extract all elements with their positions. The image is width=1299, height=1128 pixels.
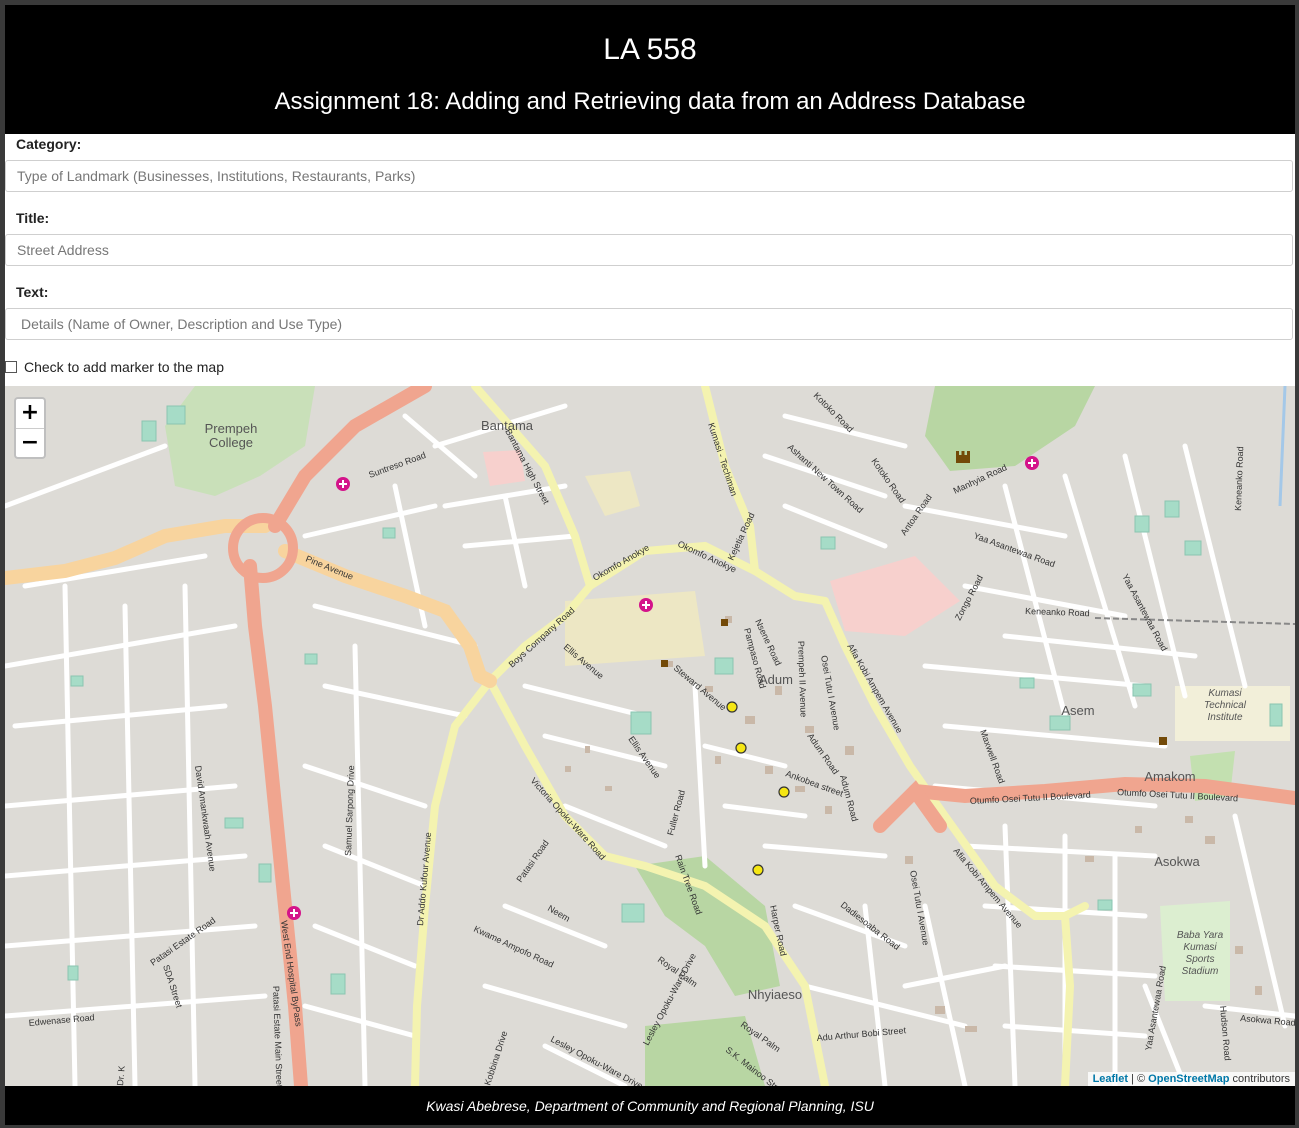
leaflet-link[interactable]: Leaflet	[1093, 1073, 1128, 1085]
page-footer: Kwasi Abebrese, Department of Community …	[5, 1086, 1295, 1125]
add-marker-label[interactable]: Check to add marker to the map	[24, 359, 224, 375]
page-title: LA 558	[603, 33, 697, 66]
category-input[interactable]	[5, 160, 1293, 192]
road-label-hudson: Hudson Road	[1218, 1005, 1233, 1061]
title-label: Title:	[16, 210, 50, 226]
address-marker-2[interactable]	[735, 742, 747, 754]
road-label-lesley-2: Lesley Opoku-Ware Drive	[549, 1034, 644, 1086]
attribution-suffix: contributors	[1229, 1073, 1290, 1085]
footer-credit: Kwasi Abebrese, Department of Community …	[426, 1098, 874, 1114]
title-input[interactable]	[5, 234, 1293, 266]
place-label-stadium-3: Sports	[1186, 954, 1215, 965]
map-tiles[interactable]: Prempeh College Bantama Adum Asem Amakom…	[5, 386, 1295, 1086]
add-marker-row: Check to add marker to the map	[5, 358, 224, 376]
osm-link[interactable]: OpenStreetMap	[1148, 1073, 1229, 1085]
road-label-patasi-road: Patasi Road	[514, 838, 550, 884]
poi-square-2	[721, 619, 728, 626]
map-attribution: Leaflet | © OpenStreetMap contributors	[1087, 1072, 1295, 1086]
address-marker-3[interactable]	[778, 786, 790, 798]
place-label-nhyiaeso: Nhyiaeso	[748, 987, 802, 1002]
address-marker-4[interactable]	[752, 864, 764, 876]
road-label-adu-arthur: Adu Arthur Bobi Street	[816, 1025, 907, 1043]
add-marker-checkbox[interactable]	[5, 361, 17, 373]
manhyia-park-area	[925, 386, 1095, 471]
place-label-amakom: Amakom	[1144, 769, 1195, 784]
road-label-kobbina: Kobbina Drive	[482, 1030, 509, 1086]
hospital-marker-west-end	[287, 906, 301, 920]
zoom-in-button[interactable]: +	[16, 399, 44, 429]
railway-line	[1094, 617, 1295, 625]
road-label-samuel: Samuel Sarpong Drive	[343, 765, 356, 856]
road-label-david: David Amankwaah Avenue	[193, 765, 218, 872]
road-label-patasi-main: Patasi Estate Main Street	[271, 986, 285, 1086]
attribution-separator: | ©	[1128, 1073, 1149, 1085]
place-label-stadium-2: Kumasi	[1183, 942, 1217, 953]
text-input[interactable]	[5, 308, 1293, 340]
road-label-afia-kobi-1: Afia Kobi Ampem Avenue	[845, 642, 904, 735]
hospital-marker-komfo-anokye	[639, 598, 653, 612]
road-label-yaa-asantewaa-1: Yaa Asantewaa Road	[972, 530, 1056, 569]
map-container[interactable]: Prempeh College Bantama Adum Asem Amakom…	[5, 386, 1295, 1086]
address-marker-1[interactable]	[726, 701, 738, 713]
palace-icon	[956, 451, 970, 463]
place-label-asokwa: Asokwa	[1154, 854, 1200, 869]
road-label-keneanko-1: Keneanko Road	[1025, 606, 1090, 618]
hospital-area-east	[830, 556, 960, 636]
page-subtitle: Assignment 18: Adding and Retrieving dat…	[274, 88, 1026, 115]
road-label-neem: Neem	[546, 903, 572, 924]
category-label: Category:	[16, 136, 82, 152]
place-label-asem: Asem	[1061, 703, 1094, 718]
road-label-maxwell: Maxwell Road	[978, 728, 1007, 785]
hospital-marker-manhyia	[1025, 456, 1039, 470]
road-label-afia-kobi-2: Afia Kobi Ampem Avenue	[951, 846, 1024, 930]
poi-square-1	[661, 660, 668, 667]
road-label-kumasi-techiman: Kumasi - Techiman	[706, 422, 739, 498]
hospital-marker-suntreso	[336, 477, 350, 491]
road-label-kotoko: Kotoko Road	[869, 456, 907, 504]
komfo-anokye-area	[565, 591, 705, 666]
road-label-kwame-ampofo: Kwame Ampofo Road	[472, 924, 555, 970]
place-label-kumasi-tech-3: Institute	[1207, 712, 1242, 723]
road-label-prempeh-ii: Prempeh II Avenue	[796, 641, 809, 718]
stream	[1278, 386, 1287, 507]
road-label-okomfo-anokye-1: Okomfo Anokye	[591, 542, 651, 582]
poi-square-3	[1159, 737, 1167, 745]
road-label-zongo: Zongo Road	[953, 573, 985, 621]
place-label-stadium-4: Stadium	[1182, 966, 1219, 977]
road-label-patasi-estate: Patasi Estate Road	[148, 915, 217, 967]
road-label-ashanti-new-town: Ashanti New Town Road	[786, 442, 865, 515]
bantama-area	[585, 471, 640, 516]
road-label-dr-k: Dr. K	[115, 1065, 127, 1086]
page-frame: LA 558 Assignment 18: Adding and Retriev…	[5, 5, 1295, 1125]
road-label-fuller: Fuller Road	[665, 789, 687, 837]
road-label-keneanko-2: Keneanko Road	[1233, 446, 1245, 511]
roundabout-center	[249, 534, 277, 562]
zoom-out-button[interactable]: −	[16, 429, 44, 458]
zoom-control: + −	[14, 397, 46, 459]
place-label-stadium-1: Baba Yara	[1177, 930, 1224, 941]
place-label-kumasi-tech-2: Technical	[1204, 700, 1247, 711]
road-label-suntreso: Suntreso Road	[367, 450, 427, 480]
road-label-osei-tutu-1: Osei Tutu I Avenue	[819, 655, 842, 731]
place-label-college: College	[209, 435, 253, 450]
text-label: Text:	[16, 284, 49, 300]
page-header: LA 558 Assignment 18: Adding and Retriev…	[5, 5, 1295, 134]
place-label-prempeh: Prempeh	[205, 421, 258, 436]
road-label-adum-rd-2: Adum Road	[838, 774, 860, 822]
place-label-kumasi-tech-1: Kumasi	[1208, 688, 1242, 699]
road-label-adum-rd: Adum Road	[805, 731, 840, 776]
